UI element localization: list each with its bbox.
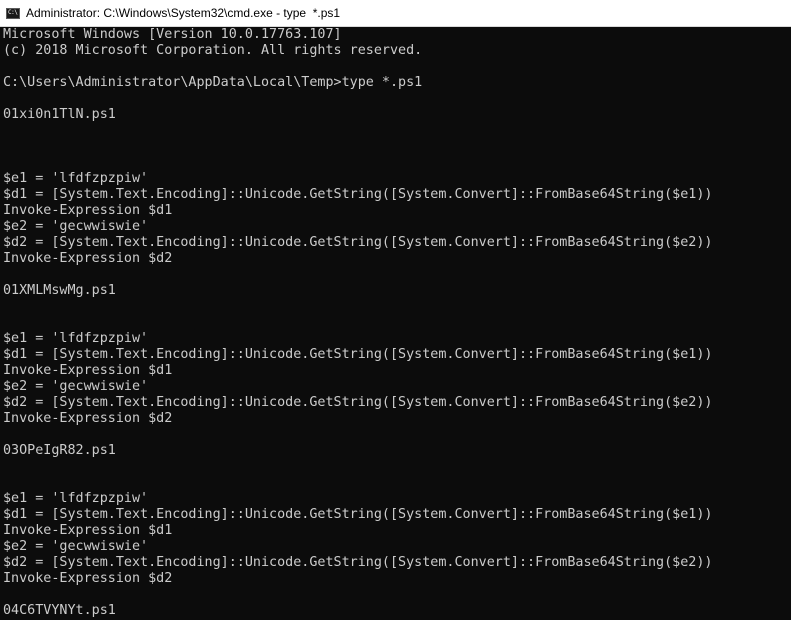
console-line: Microsoft Windows [Version 10.0.17763.10… bbox=[3, 27, 342, 42]
cmd-icon-glyph: C:\ bbox=[8, 8, 18, 16]
console-line: $e1 = 'lfdfzpzpiw' bbox=[3, 491, 149, 506]
console-line: Invoke-Expression $d2 bbox=[3, 411, 173, 426]
console-line: Invoke-Expression $d1 bbox=[3, 363, 173, 378]
console-line: $d2 = [System.Text.Encoding]::Unicode.Ge… bbox=[3, 555, 713, 570]
console-line: C:\Users\Administrator\AppData\Local\Tem… bbox=[3, 75, 423, 90]
console-line: 01XMLMswMg.ps1 bbox=[3, 283, 116, 298]
console-line: $e1 = 'lfdfzpzpiw' bbox=[3, 331, 149, 346]
console-line: 04C6TVYNYt.ps1 bbox=[3, 603, 116, 618]
console-line: $e2 = 'gecwwiswie' bbox=[3, 219, 149, 234]
console-line: $e2 = 'gecwwiswie' bbox=[3, 539, 149, 554]
console-line: $d2 = [System.Text.Encoding]::Unicode.Ge… bbox=[3, 395, 713, 410]
window-title: Administrator: C:\Windows\System32\cmd.e… bbox=[26, 6, 341, 20]
console-line: $d1 = [System.Text.Encoding]::Unicode.Ge… bbox=[3, 187, 713, 202]
console-line: Invoke-Expression $d1 bbox=[3, 523, 173, 538]
console-line: Invoke-Expression $d1 bbox=[3, 203, 173, 218]
console-output[interactable]: Microsoft Windows [Version 10.0.17763.10… bbox=[0, 27, 791, 620]
console-line: $d1 = [System.Text.Encoding]::Unicode.Ge… bbox=[3, 507, 713, 522]
console-line: $e1 = 'lfdfzpzpiw' bbox=[3, 171, 149, 186]
console-line: $d1 = [System.Text.Encoding]::Unicode.Ge… bbox=[3, 347, 713, 362]
console-line: Invoke-Expression $d2 bbox=[3, 251, 173, 266]
cmd-window: C:\ Administrator: C:\Windows\System32\c… bbox=[0, 0, 791, 620]
console-line: $e2 = 'gecwwiswie' bbox=[3, 379, 149, 394]
console-line: 03OPeIgR82.ps1 bbox=[3, 443, 116, 458]
title-bar[interactable]: C:\ Administrator: C:\Windows\System32\c… bbox=[0, 0, 791, 27]
console-line: Invoke-Expression $d2 bbox=[3, 571, 173, 586]
console-line: $d2 = [System.Text.Encoding]::Unicode.Ge… bbox=[3, 235, 713, 250]
console-line: 01xi0n1TlN.ps1 bbox=[3, 107, 116, 122]
console-line: (c) 2018 Microsoft Corporation. All righ… bbox=[3, 43, 423, 58]
cmd-icon[interactable]: C:\ bbox=[6, 7, 20, 19]
